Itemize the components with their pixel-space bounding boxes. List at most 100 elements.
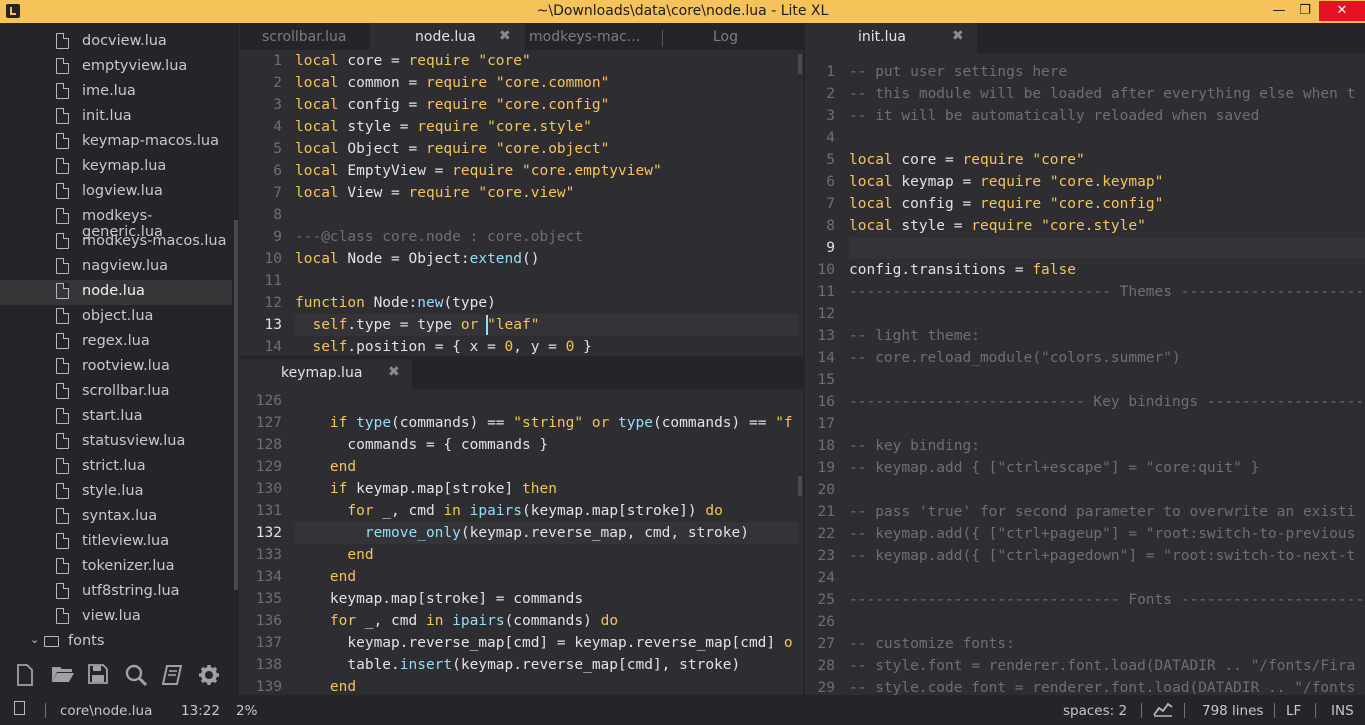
line-number: 134 <box>255 569 282 585</box>
close-tab-icon[interactable]: ✖ <box>499 28 511 44</box>
code-line: -- style.code_font = renderer.font.load(… <box>849 677 1355 695</box>
code-token: self <box>312 339 348 355</box>
tree-file[interactable]: style.lua <box>0 480 232 505</box>
tree-file[interactable]: titleview.lua <box>0 530 232 555</box>
code-token: keymap = <box>892 174 980 190</box>
code-token: "core.common" <box>495 75 610 91</box>
line-number: 131 <box>255 503 282 519</box>
tree-file[interactable]: tokenizer.lua <box>0 555 232 580</box>
code-token: for <box>329 613 357 629</box>
line-chart-icon[interactable] <box>1153 701 1173 721</box>
code-line: ------------------------------ Themes --… <box>849 281 1365 303</box>
code-token: commands = { commands } <box>295 437 549 453</box>
code-token: or <box>460 317 479 333</box>
tree-item-label: node.lua <box>82 283 145 299</box>
editor-tab[interactable]: modkeys-mac... <box>525 23 660 53</box>
code-token: local <box>295 97 339 113</box>
keymap-editor[interactable]: 126 127 if type(commands) == "string" or … <box>240 389 803 695</box>
book-icon[interactable] <box>161 664 183 686</box>
code-token: require <box>417 119 479 135</box>
open-folder-icon[interactable] <box>51 664 74 686</box>
status-file[interactable]: core\node.lua <box>60 703 152 719</box>
editor-tab[interactable]: node.lua ✖ <box>370 23 525 53</box>
close-window-button[interactable]: ✕ <box>1319 1 1365 21</box>
tree-file[interactable]: init.lua <box>0 105 232 130</box>
gear-icon[interactable] <box>198 664 220 686</box>
line-number: 7 <box>826 196 835 212</box>
minimize-button[interactable]: — <box>1266 1 1292 21</box>
file-icon <box>14 701 25 715</box>
tree-file[interactable]: keymap-macos.lua <box>0 130 232 155</box>
code-line: if type(commands) == "string" or type(co… <box>295 412 793 434</box>
code-line: local style = require "core.style" <box>295 116 592 138</box>
code-token: _, cmd <box>373 503 444 519</box>
tree-file[interactable]: docview.lua <box>0 30 232 55</box>
file-icon <box>56 283 69 299</box>
tree-file[interactable]: modkeys-generic.lua <box>0 205 232 240</box>
code-token: , y = <box>513 339 566 355</box>
line-number: 11 <box>817 284 835 300</box>
status-indent[interactable]: spaces: 2 <box>1063 703 1127 719</box>
search-icon[interactable] <box>125 664 148 687</box>
code-token: "leaf" <box>487 317 540 333</box>
node-editor[interactable]: 1 local core = require "core" 2 local commo… <box>240 50 803 356</box>
status-eol[interactable]: LF <box>1286 703 1301 719</box>
close-tab-icon[interactable]: ✖ <box>388 364 400 380</box>
tree-file[interactable]: view.lua <box>0 605 232 630</box>
code-line: -- keymap.add { ["ctrl+escape"] = "core:… <box>849 457 1259 479</box>
keymap-editor-scrollbar[interactable] <box>798 476 802 496</box>
tree-file[interactable]: rootview.lua <box>0 355 232 380</box>
line-number: 12 <box>817 306 835 322</box>
tree-file[interactable]: utf8string.lua <box>0 580 232 605</box>
code-line: end <box>295 544 373 566</box>
status-mode[interactable]: INS <box>1331 703 1354 719</box>
tree-file[interactable]: object.lua <box>0 305 232 330</box>
code-line: self.position = { x = 0, y = 0 } <box>295 336 591 356</box>
tree-file[interactable]: logview.lua <box>0 180 232 205</box>
tree-file[interactable]: start.lua <box>0 405 232 430</box>
status-separator <box>1274 703 1275 718</box>
code-token: self <box>312 317 348 333</box>
tree-file[interactable]: regex.lua <box>0 330 232 355</box>
tree-file[interactable]: ime.lua <box>0 80 232 105</box>
init-editor[interactable]: 1 -- put user settings here 2 -- this modul… <box>805 61 1365 695</box>
line-number: 17 <box>817 416 835 432</box>
editor-tab[interactable]: scrollbar.lua <box>240 23 370 53</box>
tree-file[interactable]: node.lua <box>0 280 232 305</box>
tree-file[interactable]: scrollbar.lua <box>0 380 232 405</box>
editor-tab[interactable]: Log <box>660 23 803 53</box>
line-number: 19 <box>817 460 835 476</box>
tree-item-label: regex.lua <box>82 333 150 349</box>
save-icon[interactable] <box>87 664 109 686</box>
line-number: 136 <box>255 613 282 629</box>
tab-init-lua[interactable]: init.lua ✖ <box>805 23 977 53</box>
close-tab-icon[interactable]: ✖ <box>952 28 964 44</box>
status-position[interactable]: 13:22 <box>181 703 220 719</box>
code-token: keymap.map[stroke] <box>347 481 522 497</box>
code-line: local core = require "core" <box>849 149 1085 171</box>
tree-file[interactable]: statusview.lua <box>0 430 232 455</box>
tree-file[interactable]: nagview.lua <box>0 255 232 280</box>
code-line: --------------------------- Key bindings… <box>849 391 1365 413</box>
tree-folder[interactable]: ⌄ fonts <box>0 630 232 655</box>
node-editor-scrollbar[interactable] <box>798 54 802 74</box>
tree-file[interactable]: keymap.lua <box>0 155 232 180</box>
tree-item-label: statusview.lua <box>82 433 186 449</box>
editor-tabbar-top: scrollbar.lua node.lua ✖ modkeys-mac... Log <box>240 23 803 53</box>
maximize-button[interactable]: ❐ <box>1292 1 1318 21</box>
tree-file[interactable]: syntax.lua <box>0 505 232 530</box>
code-token: core = <box>338 53 409 69</box>
file-icon <box>56 158 69 174</box>
current-line-highlight <box>849 237 1365 259</box>
tree-file[interactable]: strict.lua <box>0 455 232 480</box>
tree-file[interactable]: emptyview.lua <box>0 55 232 80</box>
sidebar-scrollbar[interactable] <box>234 220 238 590</box>
new-file-icon[interactable] <box>14 664 36 686</box>
tree-file[interactable]: modkeys-macos.lua <box>0 230 232 255</box>
tab-keymap-lua[interactable]: keymap.lua ✖ <box>240 359 412 389</box>
code-token: -- keymap.add { ["ctrl+escape"] = "core:… <box>849 460 1260 476</box>
